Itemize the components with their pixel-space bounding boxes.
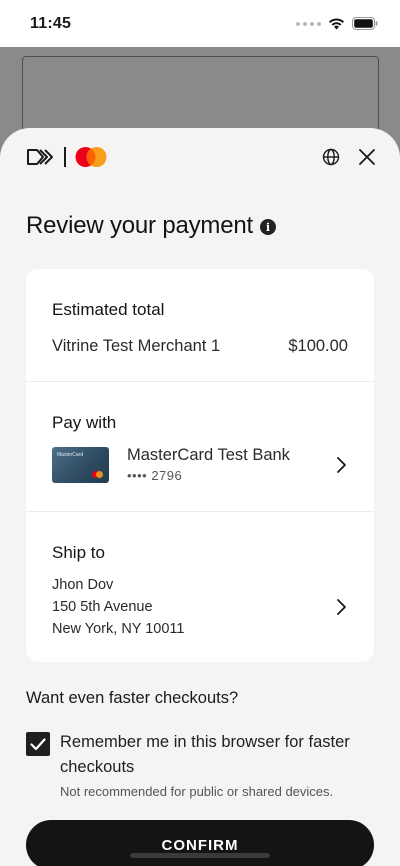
total-amount: $100.00: [288, 337, 348, 355]
address-row[interactable]: Jhon Dov 150 5th Avenue New York, NY 100…: [52, 574, 348, 640]
page-title: Review your payment: [26, 212, 253, 239]
chevron-right-icon[interactable]: [334, 598, 348, 616]
estimated-total-section: Estimated total Vitrine Test Merchant 1 …: [26, 300, 374, 356]
estimated-total-title: Estimated total: [52, 300, 165, 319]
payment-sheet: Review your payment i Estimated total Vi…: [0, 128, 400, 866]
address-street: 150 5th Avenue: [52, 599, 153, 615]
status-bar: 11:45: [0, 0, 400, 47]
remember-me-row: Remember me in this browser for faster c…: [26, 730, 376, 799]
merchant-name: Vitrine Test Merchant 1: [52, 337, 221, 355]
check-icon: [30, 737, 46, 750]
close-icon: [359, 149, 375, 165]
ship-to-section[interactable]: Ship to Jhon Dov 150 5th Avenue New York…: [26, 543, 374, 640]
merchant-row: Vitrine Test Merchant 1 $100.00: [52, 337, 348, 356]
bank-name: MasterCard Test Bank: [127, 446, 290, 464]
summary-card: Estimated total Vitrine Test Merchant 1 …: [26, 269, 374, 662]
ship-to-title: Ship to: [52, 543, 105, 562]
pay-with-title: Pay with: [52, 413, 117, 432]
pay-with-section[interactable]: Pay with MasterCard MasterCard Test Bank…: [26, 413, 374, 483]
page-title-row: Review your payment i: [26, 212, 276, 240]
header-actions: [322, 148, 376, 166]
remember-me-text: Remember me in this browser for faster c…: [60, 730, 376, 799]
card-art: MasterCard: [52, 446, 109, 483]
remember-me-note: Not recommended for public or shared dev…: [60, 784, 334, 799]
chevron-right-icon[interactable]: [334, 456, 348, 474]
address-city: New York, NY 10011: [52, 621, 185, 637]
globe-icon: [322, 148, 340, 166]
language-button[interactable]: [322, 148, 340, 166]
divider: [26, 381, 374, 382]
recipient-name: Jhon Dov: [52, 577, 114, 593]
wifi-icon: [329, 18, 344, 30]
info-icon[interactable]: i: [259, 219, 276, 235]
card-number: •••• 2796: [127, 468, 183, 483]
card-art-text: MasterCard: [57, 451, 84, 458]
battery-icon: [352, 17, 378, 30]
mastercard-logo-icon: [75, 147, 106, 167]
faster-checkout-heading: Want even faster checkouts?: [26, 689, 239, 707]
status-time: 11:45: [30, 14, 72, 32]
signal-icon: [296, 21, 321, 26]
remember-me-checkbox[interactable]: [26, 732, 50, 756]
shipping-address: Jhon Dov 150 5th Avenue New York, NY 100…: [52, 574, 184, 640]
status-icons: [296, 17, 378, 30]
sheet-header: [0, 142, 400, 172]
home-indicator: [130, 853, 270, 858]
payment-card-row[interactable]: MasterCard MasterCard Test Bank •••• 279…: [52, 446, 348, 483]
brand-logos: [26, 146, 108, 168]
confirm-button[interactable]: CONFIRM: [26, 820, 374, 866]
click-to-pay-logo-icon: [27, 149, 53, 165]
bank-info: MasterCard Test Bank •••• 2796: [127, 446, 334, 483]
remember-me-label[interactable]: Remember me in this browser for faster c…: [60, 730, 376, 780]
divider: [26, 511, 374, 512]
screen: 11:45 Review your payment i Estimated to…: [0, 0, 400, 866]
close-button[interactable]: [358, 148, 376, 166]
brand-divider: [64, 147, 66, 167]
card-art-logo-icon: [92, 470, 103, 478]
